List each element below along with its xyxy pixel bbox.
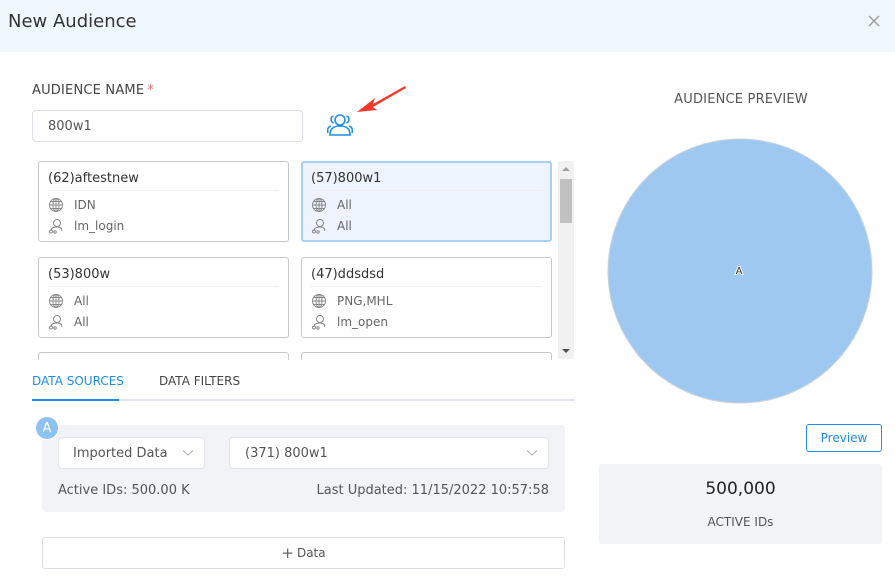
audience-preview-title: AUDIENCE PREVIEW bbox=[674, 92, 808, 107]
audience-name-label: AUDIENCE NAME * bbox=[32, 83, 154, 98]
audience-card-list[interactable]: (62)aftestnew IDN lm_login (57)800w1 All… bbox=[32, 160, 575, 360]
active-ids-label: ACTIVE IDs bbox=[707, 515, 774, 529]
user-event-icon bbox=[312, 219, 326, 234]
tab-data-filters[interactable]: DATA FILTERS bbox=[159, 374, 240, 388]
active-ids-count: 500,000 bbox=[705, 479, 776, 499]
venn-label-a: A bbox=[736, 266, 743, 277]
chevron-down-icon bbox=[182, 450, 194, 456]
card-event-row: All bbox=[311, 218, 352, 234]
card-event-row: lm_open bbox=[311, 314, 388, 330]
audience-card[interactable]: (53)800w All All bbox=[38, 257, 289, 338]
card-event: lm_login bbox=[74, 219, 125, 233]
globe-icon bbox=[49, 294, 63, 308]
card-region-row: PNG,MHL bbox=[311, 293, 392, 309]
scroll-down-arrow-icon[interactable] bbox=[562, 349, 570, 353]
source-active-ids: Active IDs: 500.00 K bbox=[58, 483, 190, 498]
add-data-button[interactable]: + Data bbox=[42, 537, 565, 569]
dialog-title: New Audience bbox=[8, 11, 137, 32]
preview-button[interactable]: Preview bbox=[806, 424, 882, 452]
users-icon[interactable] bbox=[325, 111, 355, 139]
audience-card-selected[interactable]: (57)800w1 All All bbox=[301, 161, 552, 242]
user-event-icon bbox=[49, 315, 63, 330]
active-ids-summary: 500,000 ACTIVE IDs bbox=[599, 464, 882, 544]
card-region: IDN bbox=[74, 198, 96, 212]
scrollbar-thumb[interactable] bbox=[560, 179, 572, 223]
card-divider bbox=[48, 190, 279, 191]
audience-card-partial[interactable] bbox=[38, 352, 289, 360]
tab-data-sources[interactable]: DATA SOURCES bbox=[32, 374, 124, 388]
card-divider bbox=[48, 286, 279, 287]
card-title: (57)800w1 bbox=[311, 171, 382, 186]
plus-icon: + bbox=[281, 544, 294, 562]
source-data-value: (371) 800w1 bbox=[245, 445, 328, 461]
card-title: (62)aftestnew bbox=[48, 171, 139, 186]
source-badge: A bbox=[35, 416, 59, 440]
card-event: lm_open bbox=[337, 315, 388, 329]
source-data-select[interactable]: (371) 800w1 bbox=[229, 437, 549, 469]
card-event: All bbox=[74, 315, 89, 329]
audience-card-partial[interactable] bbox=[301, 352, 552, 360]
audience-name-label-text: AUDIENCE NAME bbox=[32, 83, 145, 98]
dialog-header: New Audience bbox=[0, 0, 895, 52]
globe-icon bbox=[49, 198, 63, 212]
card-divider bbox=[311, 190, 542, 191]
card-region: All bbox=[74, 294, 89, 308]
audience-card[interactable]: (47)ddsdsd PNG,MHL lm_open bbox=[301, 257, 552, 338]
user-event-icon bbox=[49, 219, 63, 234]
card-event-row: All bbox=[48, 314, 89, 330]
card-event-row: lm_login bbox=[48, 218, 124, 234]
card-region-row: All bbox=[311, 197, 352, 213]
audience-card[interactable]: (62)aftestnew IDN lm_login bbox=[38, 161, 289, 242]
user-event-icon bbox=[312, 315, 326, 330]
card-region: All bbox=[337, 198, 352, 212]
source-type-select[interactable]: Imported Data bbox=[58, 437, 205, 469]
tab-bar: DATA SOURCES DATA FILTERS bbox=[32, 366, 575, 402]
card-list-scrollbar[interactable] bbox=[558, 161, 574, 359]
card-divider bbox=[311, 286, 542, 287]
card-region: PNG,MHL bbox=[337, 294, 393, 308]
source-type-value: Imported Data bbox=[73, 445, 168, 461]
globe-icon bbox=[312, 294, 326, 308]
scroll-up-arrow-icon[interactable] bbox=[562, 167, 570, 171]
card-event: All bbox=[337, 219, 352, 233]
add-data-label: Data bbox=[296, 546, 326, 560]
annotation-arrow-icon bbox=[357, 86, 406, 112]
source-last-updated: Last Updated: 11/15/2022 10:57:58 bbox=[316, 483, 549, 498]
card-region-row: IDN bbox=[48, 197, 96, 213]
card-region-row: All bbox=[48, 293, 89, 309]
tab-active-indicator bbox=[32, 399, 119, 401]
audience-name-input[interactable] bbox=[32, 110, 303, 142]
audience-venn-diagram: A bbox=[607, 138, 873, 404]
chevron-down-icon bbox=[526, 450, 538, 456]
card-title: (53)800w bbox=[48, 267, 111, 282]
close-icon[interactable] bbox=[866, 13, 882, 29]
globe-icon bbox=[312, 198, 326, 212]
required-mark: * bbox=[147, 83, 154, 98]
card-title: (47)ddsdsd bbox=[311, 267, 385, 282]
